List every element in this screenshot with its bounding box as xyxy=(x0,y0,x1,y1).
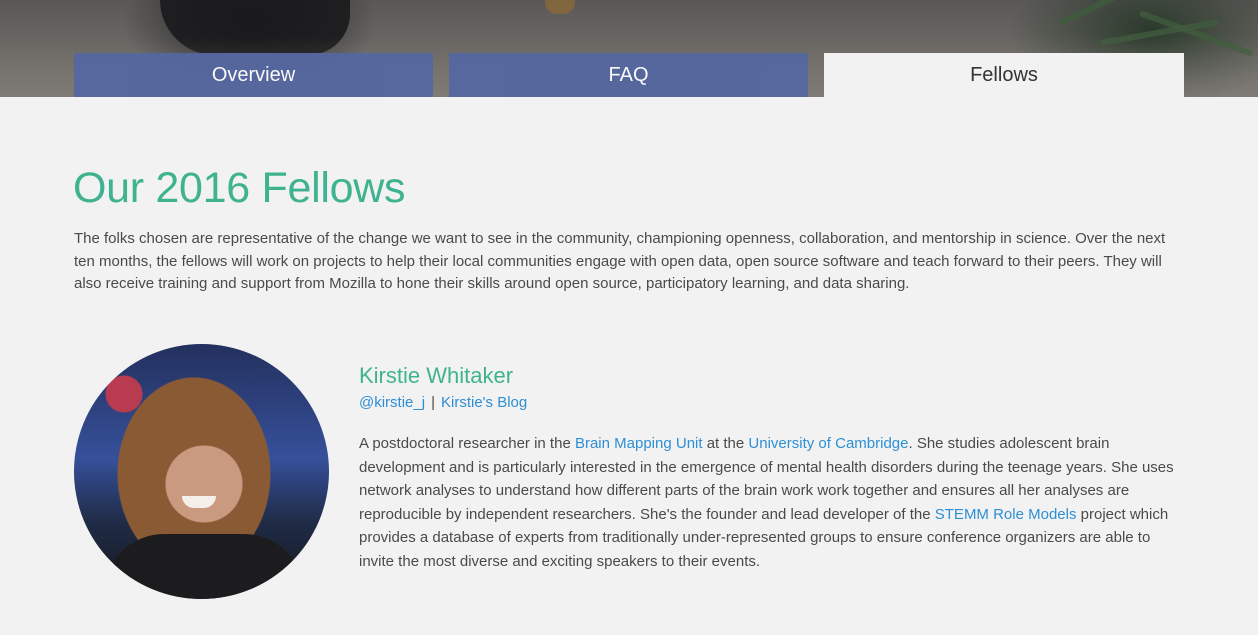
tab-fellows[interactable]: Fellows xyxy=(824,53,1184,97)
link-separator: | xyxy=(431,394,435,411)
avatar-detail xyxy=(182,496,216,508)
university-of-cambridge-link[interactable]: University of Cambridge xyxy=(748,435,908,452)
tab-faq[interactable]: FAQ xyxy=(449,53,808,97)
twitter-link[interactable]: @kirstie_j xyxy=(359,394,425,411)
fellow-bio: A postdoctoral researcher in the Brain M… xyxy=(359,432,1184,573)
intro-paragraph: The folks chosen are representative of t… xyxy=(74,230,1166,292)
fellow-profile: Kirstie Whitaker @kirstie_j | Kirstie's Bl… xyxy=(74,344,1184,604)
blog-link[interactable]: Kirstie's Blog xyxy=(441,394,527,411)
brain-mapping-unit-link[interactable]: Brain Mapping Unit xyxy=(575,435,703,452)
stemm-role-models-link[interactable]: STEMM Role Models xyxy=(935,506,1077,523)
section-tabs: Overview FAQ Fellows xyxy=(74,53,1184,97)
tab-overview[interactable]: Overview xyxy=(74,53,433,97)
page-title: Our 2016 Fellows xyxy=(73,164,406,212)
avatar-detail xyxy=(104,534,304,599)
plant-leaf xyxy=(1058,0,1171,26)
fellow-name: Kirstie Whitaker xyxy=(359,363,514,388)
fellow-avatar xyxy=(74,344,329,599)
fellow-links: @kirstie_j | Kirstie's Blog xyxy=(359,394,527,411)
bio-text: A postdoctoral researcher in the xyxy=(359,435,575,452)
hero-photo-detail xyxy=(545,0,575,14)
bio-text: at the xyxy=(702,435,749,452)
